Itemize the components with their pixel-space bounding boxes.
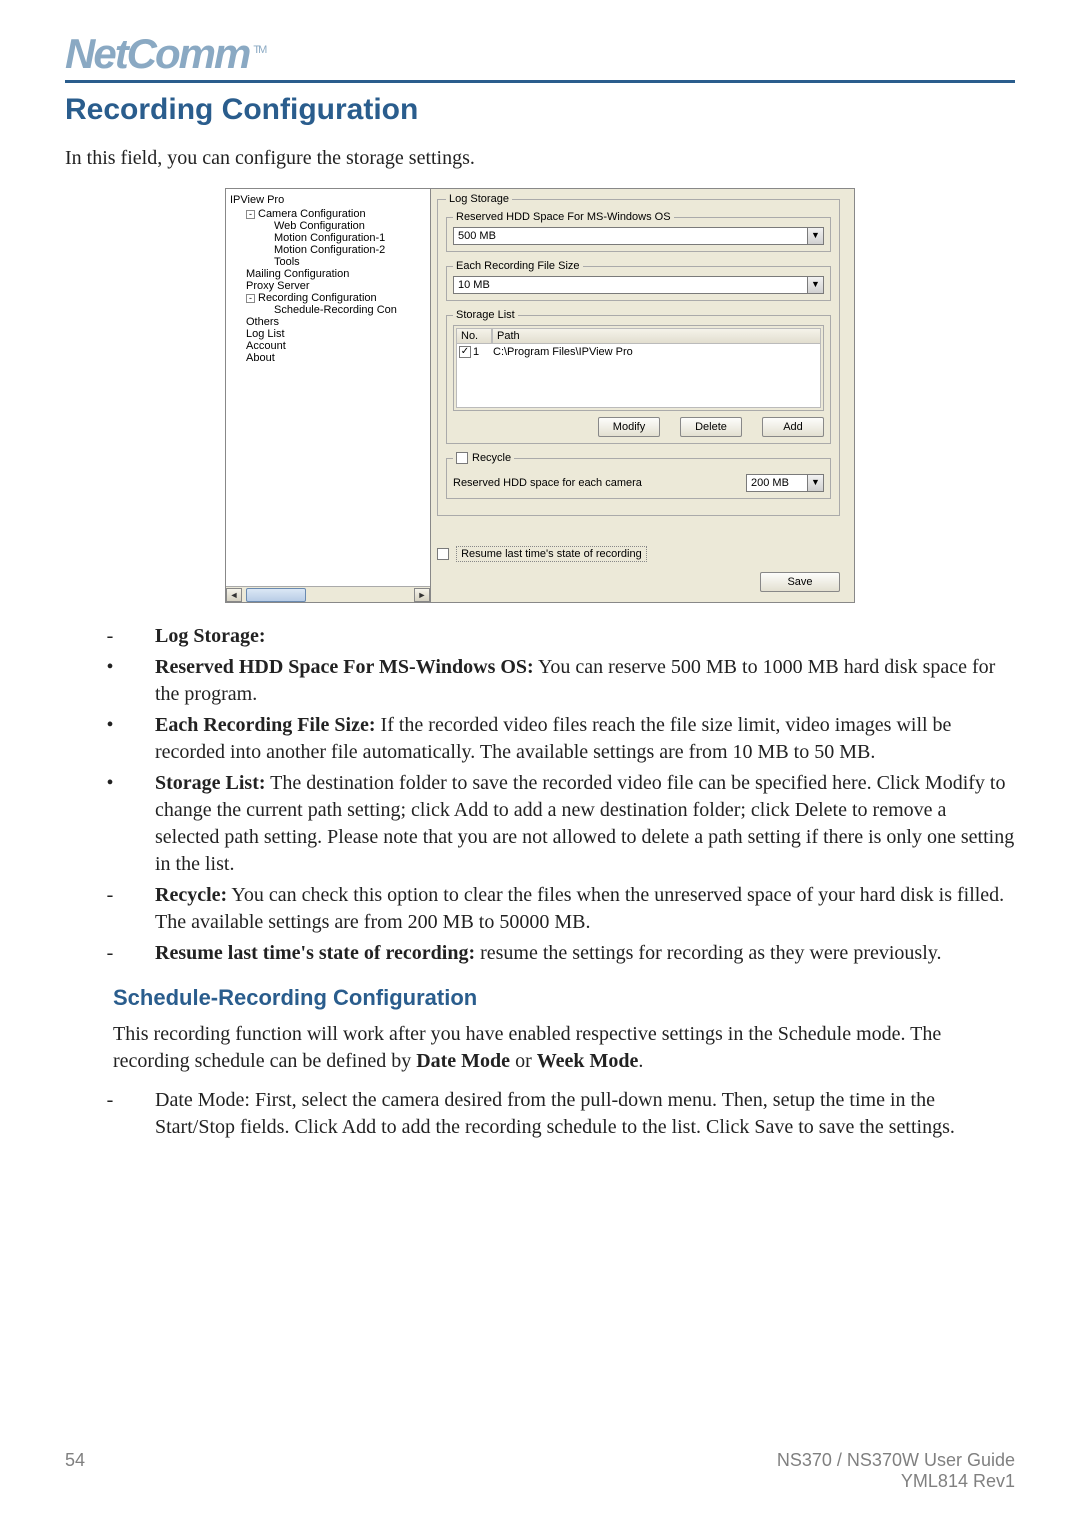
storage-list-header: No. Path	[456, 328, 821, 344]
subheading: Schedule-Recording Configuration	[113, 985, 1015, 1011]
tree-item[interactable]: -Recording Configuration	[230, 292, 428, 304]
recycle-group: Recycle Reserved HDD space for each came…	[446, 452, 831, 499]
brand-logo: NetCommTM	[65, 30, 265, 78]
row-path: C:\Program Files\IPView Pro	[493, 346, 818, 358]
collapse-icon[interactable]: -	[246, 294, 255, 303]
file-size-legend: Each Recording File Size	[453, 260, 583, 272]
col-no[interactable]: No.	[456, 328, 492, 344]
page-footer: 54 NS370 / NS370W User Guide YML814 Rev1	[65, 1450, 1015, 1492]
form-pane: Log Storage Reserved HDD Space For MS-Wi…	[431, 189, 854, 602]
header-rule	[65, 80, 1015, 83]
file-size-select[interactable]: 10 MB ▼	[453, 276, 824, 294]
page-number: 54	[65, 1450, 85, 1492]
scroll-right-icon[interactable]: ►	[414, 588, 430, 602]
tree-item[interactable]: Schedule-Recording Con	[230, 304, 428, 316]
add-button[interactable]: Add	[762, 417, 824, 437]
screenshot-panel: IPView Pro -Camera Configuration Web Con…	[225, 188, 855, 603]
log-storage-group: Log Storage Reserved HDD Space For MS-Wi…	[437, 193, 840, 516]
tree-item[interactable]: Proxy Server	[230, 280, 428, 292]
row-checkbox[interactable]	[459, 346, 471, 358]
chevron-down-icon[interactable]: ▼	[807, 277, 823, 293]
tree-item[interactable]: Log List	[230, 328, 428, 340]
schedule-para-1: This recording function will work after …	[113, 1021, 1005, 1075]
tree-item[interactable]: Others	[230, 316, 428, 328]
recycle-checkbox[interactable]	[456, 452, 468, 464]
resume-checkbox[interactable]	[437, 548, 449, 560]
modify-button[interactable]: Modify	[598, 417, 660, 437]
storage-list-body: 1 C:\Program Files\IPView Pro	[456, 344, 821, 408]
page-title: Recording Configuration	[65, 93, 1015, 127]
tree-item[interactable]: About	[230, 352, 428, 364]
delete-button[interactable]: Delete	[680, 417, 742, 437]
revision: YML814 Rev1	[777, 1471, 1015, 1492]
resume-label: Resume last time's state of recording	[456, 546, 647, 562]
reserved-hdd-select[interactable]: 500 MB ▼	[453, 227, 824, 245]
date-mode-item: -Date Mode: First, select the camera des…	[65, 1087, 1015, 1141]
tree-item[interactable]: -Camera Configuration	[230, 208, 428, 220]
storage-row[interactable]: 1 C:\Program Files\IPView Pro	[459, 346, 818, 358]
guide-title: NS370 / NS370W User Guide	[777, 1450, 1015, 1471]
horizontal-scrollbar[interactable]: ◄ ►	[226, 586, 430, 602]
trademark: TM	[253, 44, 265, 56]
chevron-down-icon[interactable]: ▼	[807, 228, 823, 244]
storage-list: No. Path 1 C:\Program Files\IPView Pro	[453, 325, 824, 411]
tree-item[interactable]: Web Configuration	[230, 220, 428, 232]
collapse-icon[interactable]: -	[246, 210, 255, 219]
chevron-down-icon[interactable]: ▼	[807, 475, 823, 491]
scroll-thumb[interactable]	[246, 588, 306, 602]
tree-item[interactable]: Motion Configuration-2	[230, 244, 428, 256]
scroll-left-icon[interactable]: ◄	[226, 588, 242, 602]
resume-row: Resume last time's state of recording	[437, 522, 840, 562]
log-storage-legend: Log Storage	[446, 193, 512, 205]
tree-root[interactable]: IPView Pro	[230, 193, 428, 208]
recycle-select[interactable]: 200 MB ▼	[746, 474, 824, 492]
tree-item[interactable]: Motion Configuration-1	[230, 232, 428, 244]
tree-item[interactable]: Tools	[230, 256, 428, 268]
storage-list-group: Storage List No. Path 1 C:\Program Files…	[446, 309, 831, 444]
row-no: 1	[473, 346, 493, 358]
col-path[interactable]: Path	[492, 328, 821, 344]
save-button[interactable]: Save	[760, 572, 840, 592]
recycle-label: Reserved HDD space for each camera	[453, 477, 738, 489]
file-size-group: Each Recording File Size 10 MB ▼	[446, 260, 831, 301]
tree-item[interactable]: Mailing Configuration	[230, 268, 428, 280]
description-list: -Log Storage: •Reserved HDD Space For MS…	[65, 623, 1015, 967]
storage-list-legend: Storage List	[453, 309, 518, 321]
recycle-legend: Recycle	[453, 452, 514, 464]
reserved-hdd-group: Reserved HDD Space For MS-Windows OS 500…	[446, 211, 831, 252]
reserved-hdd-legend: Reserved HDD Space For MS-Windows OS	[453, 211, 674, 223]
tree-pane: IPView Pro -Camera Configuration Web Con…	[226, 189, 431, 602]
intro-text: In this field, you can configure the sto…	[65, 147, 1015, 170]
tree-item[interactable]: Account	[230, 340, 428, 352]
